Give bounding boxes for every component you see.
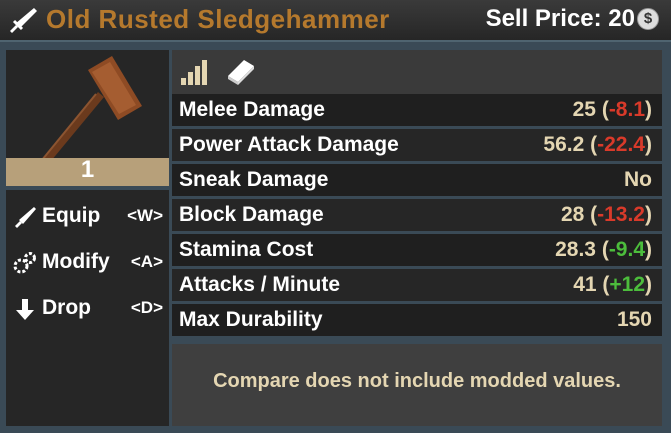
stat-row-block-damage: Block Damage 28 (-13.2) xyxy=(172,199,662,231)
sell-price: Sell Price: 20 $ xyxy=(486,5,659,33)
coin-icon: $ xyxy=(637,8,659,30)
stat-value: 28.3 (-9.4) xyxy=(555,238,652,261)
down-arrow-icon xyxy=(16,299,34,320)
stat-name: Sneak Damage xyxy=(179,168,329,191)
equip-button[interactable]: Equip <W> xyxy=(6,196,169,236)
sword-icon xyxy=(10,8,37,33)
stat-row-melee-damage: Melee Damage 25 (-8.1) xyxy=(172,94,662,126)
modify-key: <A> xyxy=(130,252,163,271)
gears-icon xyxy=(13,252,36,274)
drop-key: <D> xyxy=(130,298,163,317)
drop-label: Drop xyxy=(42,296,91,319)
stat-value: 28 (-13.2) xyxy=(560,203,652,226)
stat-name: Stamina Cost xyxy=(179,238,314,261)
action-panel: Equip <W> Modify <A> Drop <D> xyxy=(6,190,169,426)
item-header: Old Rusted Sledgehammer Sell Price: 20 $ xyxy=(0,0,671,42)
stat-row-stamina-cost: Stamina Cost 28.3 (-9.4) xyxy=(172,234,662,266)
compare-note-text: Compare does not include modded values. xyxy=(213,370,621,392)
modify-button[interactable]: Modify <A> xyxy=(6,242,169,282)
compare-note: Compare does not include modded values. xyxy=(172,344,662,426)
book-icon[interactable] xyxy=(224,56,258,86)
equip-label: Equip xyxy=(42,204,101,227)
stat-name: Power Attack Damage xyxy=(179,133,399,156)
drop-button[interactable]: Drop <D> xyxy=(6,288,169,328)
signal-bars-icon[interactable] xyxy=(179,56,211,86)
modify-label: Modify xyxy=(42,250,110,273)
stat-value: 41 (+12) xyxy=(573,273,652,296)
item-title: Old Rusted Sledgehammer xyxy=(46,4,390,34)
sword-icon xyxy=(15,207,36,228)
sell-price-label: Sell Price: 20 xyxy=(485,5,635,32)
stat-value: 56.2 (-22.4) xyxy=(543,133,652,156)
item-preview: 1 xyxy=(6,50,169,186)
stat-value: 150 xyxy=(616,308,652,331)
stat-name: Block Damage xyxy=(179,203,324,226)
stat-row-sneak-damage: Sneak Damage No xyxy=(172,164,662,196)
equip-key: <W> xyxy=(127,206,163,225)
stat-row-power-attack-damage: Power Attack Damage 56.2 (-22.4) xyxy=(172,129,662,161)
stat-row-max-durability: Max Durability 150 xyxy=(172,304,662,336)
stat-value: No xyxy=(624,168,652,191)
stat-name: Melee Damage xyxy=(179,98,325,121)
stat-value: 25 (-8.1) xyxy=(572,98,652,121)
item-quantity: 1 xyxy=(80,156,95,183)
stats-tabs xyxy=(172,50,662,94)
stat-row-attacks-per-minute: Attacks / Minute 41 (+12) xyxy=(172,269,662,301)
stat-name: Attacks / Minute xyxy=(179,273,341,296)
stat-name: Max Durability xyxy=(179,308,323,331)
